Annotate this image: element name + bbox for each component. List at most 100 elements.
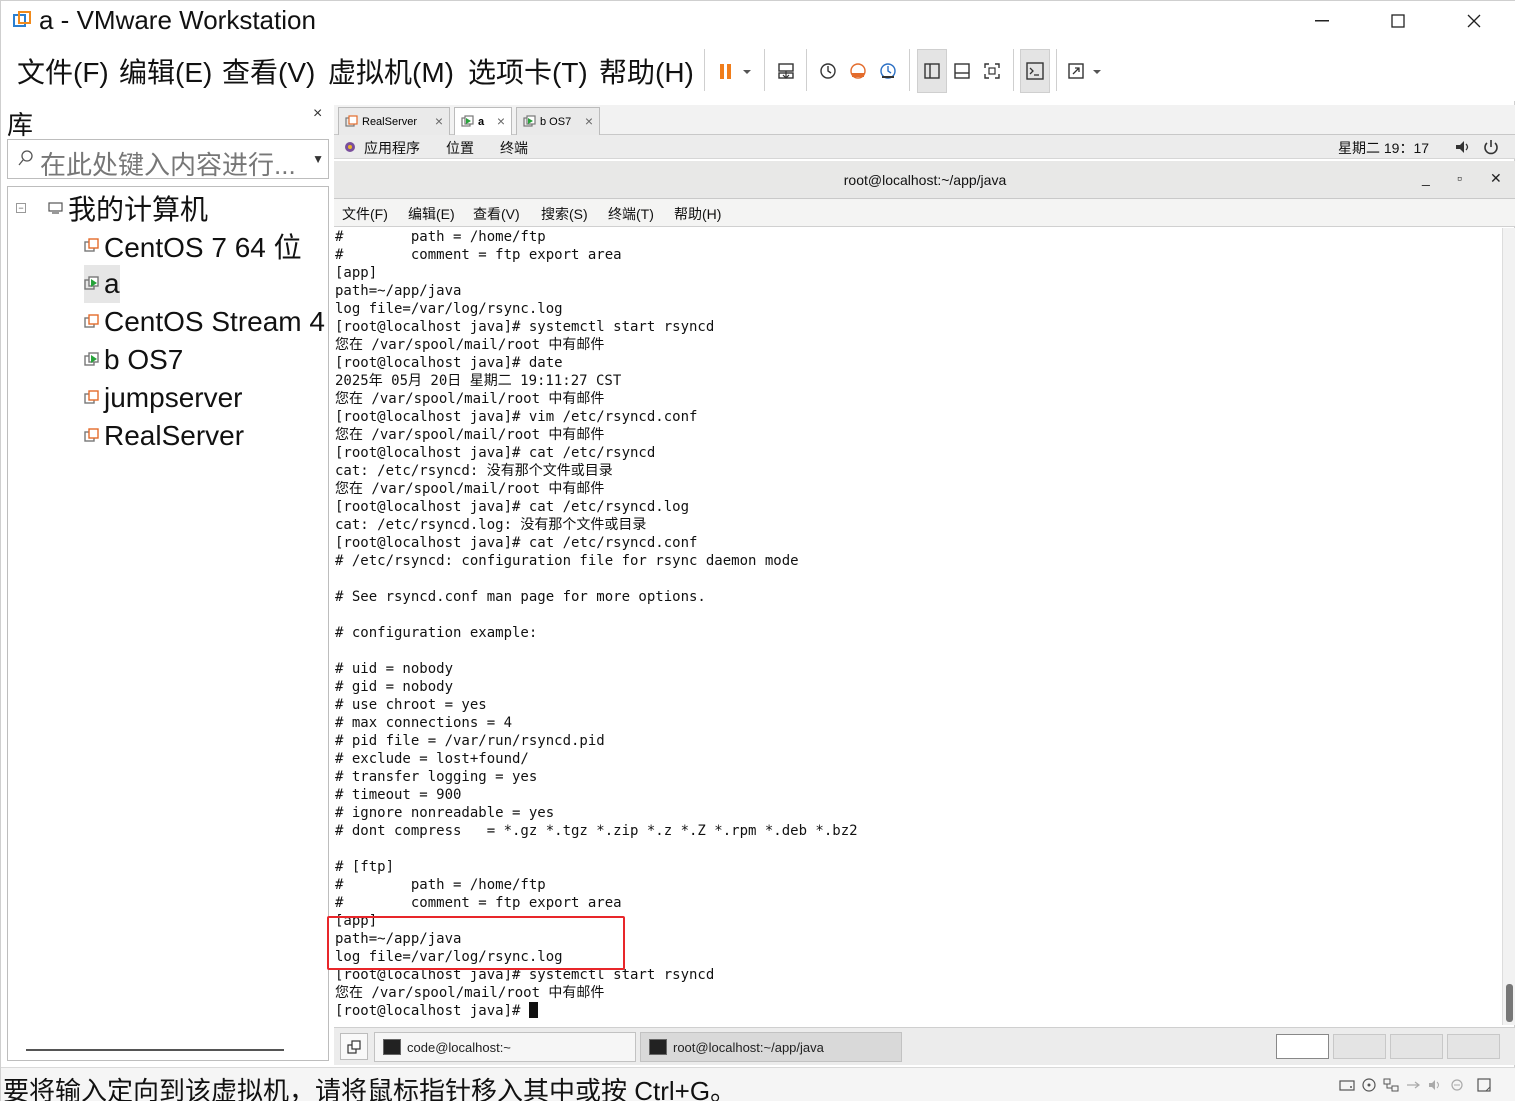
terminal-menu-help[interactable]: 帮助(H) [674,204,721,224]
tab-b-os7[interactable]: b OS7 × [516,107,600,135]
revert-snapshot-icon [850,63,866,79]
menu-edit[interactable]: 编辑(E) [119,51,212,91]
scrollbar-thumb[interactable] [1506,984,1513,1022]
search-placeholder: 在此处键入内容进行... [40,150,296,180]
send-ctrl-alt-del-button[interactable] [771,49,801,93]
sound-icon[interactable] [1427,1078,1443,1092]
vm-icon [84,428,99,442]
pause-button[interactable] [713,49,757,93]
applications-icon [345,142,355,152]
annotation-highlight-box [327,916,625,970]
tab-a[interactable]: a × [454,107,512,135]
clock[interactable]: 星期二 19：17 [1338,138,1429,158]
show-library-button[interactable] [917,49,947,93]
tree-item-vm[interactable]: CentOS 7 64 位 [84,227,302,265]
tree-root-my-computer[interactable]: 我的计算机 [48,189,208,227]
library-search-input[interactable]: 在此处键入内容进行... ▼ [7,139,329,180]
tree-item-label: b OS7 [104,344,184,375]
terminal-scrollbar[interactable] [1502,228,1515,1025]
full-screen-icon [984,63,1000,79]
stretch-guest-button[interactable] [1063,49,1107,93]
menu-vm[interactable]: 虚拟机(M) [328,51,454,91]
terminal-menu-bar: 文件(F) 编辑(E) 查看(V) 搜索(S) 终端(T) 帮助(H) [334,199,1515,227]
show-desktop-icon [347,1039,361,1054]
terminal-menu-edit[interactable]: 编辑(E) [408,204,455,224]
vm-icon [345,115,358,127]
terminal-menu-search[interactable]: 搜索(S) [541,204,588,224]
search-icon [18,150,33,166]
applications-menu[interactable]: 应用程序 [364,138,420,158]
message-log-icon[interactable] [1477,1078,1493,1092]
taskbar-item[interactable]: code@localhost:~ [374,1032,636,1062]
toolbar-separator [806,49,807,91]
network-icon[interactable] [1383,1078,1399,1092]
tab-label: RealServer [362,115,418,128]
console-view-button[interactable] [1020,49,1050,93]
library-close-button[interactable]: × [313,105,322,123]
snapshot-clock-icon [820,63,836,79]
workspace-3[interactable] [1390,1034,1443,1059]
minimize-icon [1315,20,1329,22]
tab-close-icon[interactable]: × [435,113,443,129]
hard-disk-icon[interactable] [1339,1078,1355,1092]
tab-close-icon[interactable]: × [497,113,505,129]
workspace-2[interactable] [1333,1034,1386,1059]
terminal-menu-terminal[interactable]: 终端(T) [608,204,654,224]
tab-label: b OS7 [540,115,572,128]
vm-running-icon [461,115,474,127]
computer-icon [48,202,63,214]
terminal-close-button[interactable]: ✕ [1490,170,1502,187]
tree-item-vm[interactable]: jumpserver [84,379,242,417]
thumbnail-bar-button[interactable] [947,49,977,93]
menu-help[interactable]: 帮助(H) [599,51,694,91]
usb-icon[interactable] [1405,1078,1421,1092]
terminal-icon [649,1039,667,1055]
terminal-output[interactable]: # path = /home/ftp # comment = ftp expor… [334,228,1502,1025]
tab-close-icon[interactable]: × [585,113,593,129]
toolbar-separator [909,49,910,91]
workspace-4[interactable] [1447,1034,1500,1059]
snapshot-button[interactable] [813,49,843,93]
library-horizontal-scrollbar[interactable] [26,1049,284,1051]
terminal-maximize-button[interactable]: ▫ [1457,170,1462,186]
maximize-button[interactable] [1360,1,1436,41]
menu-view[interactable]: 查看(V) [222,51,315,91]
tree-collapse-toggle[interactable]: − [16,203,26,213]
places-menu[interactable]: 位置 [446,138,474,158]
tree-item-vm[interactable]: CentOS Stream 4 [84,303,325,341]
snapshot-manager-button[interactable] [873,49,903,93]
menu-file[interactable]: 文件(F) [17,51,109,91]
full-screen-button[interactable] [977,49,1007,93]
volume-icon[interactable] [1454,139,1472,155]
taskbar-item-label: code@localhost:~ [407,1039,511,1055]
cd-dvd-icon[interactable] [1361,1078,1377,1092]
menu-bar: 文件(F) 编辑(E) 查看(V) 虚拟机(M) 选项卡(T) 帮助(H) [1,41,1515,101]
library-layout-icon [924,63,940,79]
terminal-menu-file[interactable]: 文件(F) [342,204,388,224]
tree-item-vm[interactable]: RealServer [84,417,244,455]
workspace-1[interactable] [1276,1034,1329,1059]
terminal-minimize-button[interactable]: _ [1422,170,1430,186]
close-button[interactable] [1436,1,1512,41]
vmware-window: a - VMware Workstation 文件(F) 编辑(E) 查看(V)… [0,0,1515,1101]
terminal-menu[interactable]: 终端 [500,138,528,158]
keyboard-send-icon [778,63,794,79]
power-icon[interactable] [1482,138,1500,156]
toolbar-separator [1056,49,1057,91]
terminal-menu-view[interactable]: 查看(V) [473,204,520,224]
revert-snapshot-button[interactable] [843,49,873,93]
printer-icon[interactable] [1449,1078,1465,1092]
tree-item-vm-selected[interactable]: a [84,265,120,303]
taskbar-item-active[interactable]: root@localhost:~/app/java [640,1032,902,1062]
tree-item-label: jumpserver [104,382,243,413]
snapshot-manager-icon [880,63,896,79]
minimize-button[interactable] [1284,1,1360,41]
vm-icon [84,390,99,404]
tab-realserver[interactable]: RealServer × [338,107,450,135]
menu-tabs[interactable]: 选项卡(T) [468,51,588,91]
guest-top-panel: 应用程序 位置 终端 星期二 19：17 [334,135,1515,159]
search-dropdown-icon[interactable]: ▼ [312,152,324,166]
library-tree: − 我的计算机 CentOS 7 64 位 a CentOS Stream 4 … [7,186,329,1061]
tree-item-vm[interactable]: b OS7 [84,341,183,379]
show-desktop-button[interactable] [340,1033,368,1060]
